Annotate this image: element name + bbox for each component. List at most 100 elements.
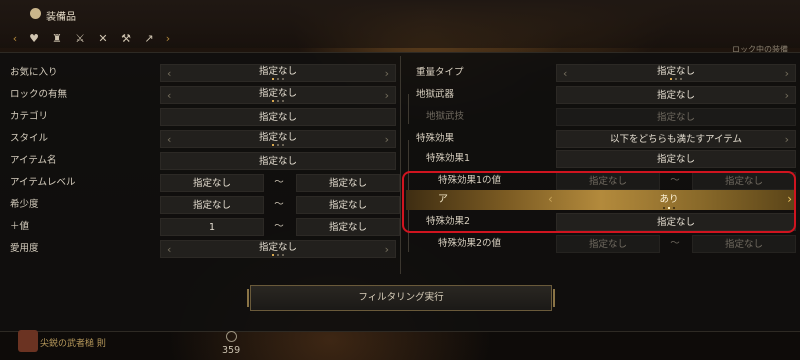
crossed-swords-icon[interactable]: ⚔ (71, 31, 89, 45)
row-label: 特殊効果 (416, 133, 455, 144)
filter-row-effect-2-value: 特殊効果2の値 指定なし 〜 指定なし (406, 233, 796, 255)
item-count: 359 (222, 345, 241, 356)
chevron-right-icon[interactable]: › (785, 89, 789, 102)
filter-row[interactable]: お気に入り ‹ 指定なし › (0, 62, 400, 84)
range-separator: 〜 (670, 238, 680, 249)
select-value: 指定なし (258, 156, 297, 167)
row-label: ＋値 (10, 221, 30, 232)
option-dots (272, 254, 284, 256)
chevron-left-icon[interactable]: ‹ (10, 31, 20, 45)
effect-1-select[interactable]: 指定なし (556, 150, 796, 168)
range-max-select[interactable]: 指定なし (296, 174, 400, 192)
select-value: 指定なし (192, 200, 231, 211)
range-separator: 〜 (274, 221, 284, 232)
range-max-select[interactable]: 指定なし (296, 218, 400, 236)
filter-select[interactable]: ‹ 指定なし › (160, 130, 396, 148)
row-label: 特殊効果2の値 (438, 238, 502, 249)
effect-2-min: 指定なし (556, 235, 660, 253)
filter-row[interactable]: カテゴリ 指定なし (0, 106, 400, 128)
select-value: 指定なし (588, 239, 627, 250)
selected-item-name: 尖鋭の武者槌 則 (40, 339, 106, 349)
category-tabs: ‹ ♥ ♜ ⚔ ✕ ⚒ ↗ › (10, 31, 173, 45)
select-value: 指定なし (258, 112, 297, 123)
chevron-right-icon[interactable]: › (785, 133, 789, 146)
range-min-select[interactable]: 1 (160, 218, 264, 236)
row-label: カテゴリ (10, 111, 49, 122)
filter-row[interactable]: ロックの有無 ‹ 指定なし › (0, 84, 400, 106)
weight-type-select[interactable]: ‹ 指定なし › (556, 64, 796, 82)
select-value: 指定なし (656, 112, 695, 123)
range-separator: 〜 (274, 177, 284, 188)
row-label: 愛用度 (10, 243, 39, 254)
filter-row-weight-type[interactable]: 重量タイプ ‹ 指定なし › (406, 62, 796, 84)
filter-row[interactable]: アイテムレベル 指定なし 〜 指定なし (0, 172, 400, 194)
select-value: 指定なし (258, 88, 297, 99)
tools-icon[interactable]: ⚒ (117, 31, 135, 45)
filter-row-special-effect[interactable]: 特殊効果 以下をどちらも満たすアイテム › (406, 128, 796, 150)
crossed-blades-icon[interactable]: ✕ (94, 31, 112, 45)
filter-row[interactable]: 愛用度 ‹ 指定なし › (0, 238, 400, 260)
row-label: 地獄武器 (416, 89, 455, 100)
filter-row[interactable]: 希少度 指定なし 〜 指定なし (0, 194, 400, 216)
select-value: 指定なし (258, 66, 297, 77)
range-max-select[interactable]: 指定なし (296, 196, 400, 214)
option-dots (272, 78, 284, 80)
select-value: 指定なし (328, 222, 367, 233)
range-min-select[interactable]: 指定なし (160, 196, 264, 214)
filter-row[interactable]: アイテム名 指定なし (0, 150, 400, 172)
select-value: 1 (208, 222, 216, 233)
armor-icon[interactable]: ♜ (48, 31, 66, 45)
select-value: 指定なし (258, 132, 297, 143)
row-label: 希少度 (10, 199, 39, 210)
row-label: アイテムレベル (10, 177, 76, 188)
screen-title: 装備品 (46, 12, 76, 23)
column-divider (400, 56, 401, 274)
filter-row-effect-1[interactable]: 特殊効果1 指定なし (406, 148, 796, 170)
filter-select[interactable]: ‹ 指定なし › (160, 240, 396, 258)
option-dots (272, 100, 284, 102)
row-label: お気に入り (10, 67, 58, 78)
row-label: 地獄武技 (426, 111, 465, 122)
select-value: 指定なし (258, 242, 297, 253)
filter-row[interactable]: ＋値 1 〜 指定なし (0, 216, 400, 238)
filter-select[interactable]: ‹ 指定なし › (160, 86, 396, 104)
row-label: アイテム名 (10, 155, 57, 166)
chevron-right-icon[interactable]: › (385, 67, 389, 80)
select-value: 指定なし (656, 90, 695, 101)
heart-icon[interactable]: ♥ (25, 31, 43, 45)
filter-row-hell-weapon[interactable]: 地獄武器 指定なし › (406, 84, 796, 106)
filter-row[interactable]: スタイル ‹ 指定なし › (0, 128, 400, 150)
option-dots (272, 144, 284, 146)
row-label: ロックの有無 (10, 89, 68, 100)
select-value: 指定なし (192, 178, 231, 189)
filter-select[interactable]: ‹ 指定なし › (160, 64, 396, 82)
weapon-icon (18, 330, 38, 352)
select-value: 指定なし (724, 239, 763, 250)
chevron-right-icon[interactable]: › (385, 89, 389, 102)
spear-icon[interactable]: ↗ (140, 31, 158, 45)
chevron-right-icon[interactable]: › (785, 67, 789, 80)
chevron-right-icon[interactable]: › (385, 133, 389, 146)
highlight-annotation-box (402, 171, 796, 233)
select-value: 指定なし (328, 200, 367, 211)
chevron-right-icon[interactable]: › (385, 243, 389, 256)
row-label: 重量タイプ (416, 67, 464, 78)
hell-weapon-select[interactable]: 指定なし › (556, 86, 796, 104)
select-value: 以下をどちらも満たすアイテム (609, 134, 743, 145)
inventory-icon (30, 8, 41, 19)
filter-select[interactable]: 指定なし (160, 108, 396, 126)
execute-filter-button[interactable]: フィルタリング実行 (247, 285, 555, 311)
range-separator: 〜 (274, 199, 284, 210)
special-effect-select[interactable]: 以下をどちらも満たすアイテム › (556, 130, 796, 148)
filter-row-hell-skill: 地獄武技 指定なし (406, 106, 796, 128)
select-value: 指定なし (328, 178, 367, 189)
stat-icon (226, 331, 237, 342)
effect-2-max: 指定なし (692, 235, 796, 253)
option-dots (670, 78, 682, 80)
top-bar: 装備品 ‹ ♥ ♜ ⚔ ✕ ⚒ ↗ › ロック中の装備 (0, 0, 800, 54)
row-label: 特殊効果1 (426, 153, 471, 164)
filter-select[interactable]: 指定なし (160, 152, 396, 170)
chevron-right-icon[interactable]: › (163, 31, 173, 45)
range-min-select[interactable]: 指定なし (160, 174, 264, 192)
hell-skill-select: 指定なし (556, 108, 796, 126)
